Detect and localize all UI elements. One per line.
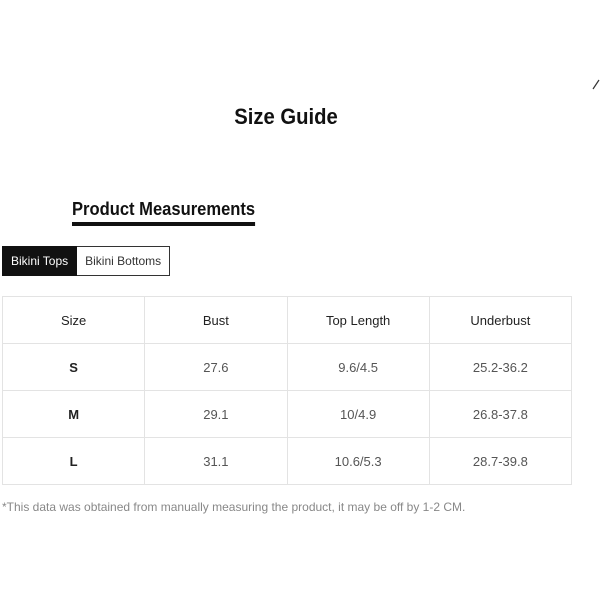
underbust-cell: 28.7-39.8 bbox=[428, 437, 573, 485]
size-cell: M bbox=[1, 390, 146, 438]
top-length-cell: 9.6/4.5 bbox=[286, 343, 430, 391]
column-header-bust: Bust bbox=[144, 296, 288, 344]
column-header-size: Size bbox=[1, 296, 146, 344]
page-title: Size Guide bbox=[234, 104, 338, 129]
column-header-top-length: Top Length bbox=[286, 296, 430, 344]
bust-cell: 27.6 bbox=[144, 343, 288, 391]
table-row: S 27.6 9.6/4.5 25.2-36.2 bbox=[1, 343, 573, 391]
size-cell: L bbox=[1, 437, 146, 485]
section-title: Product Measurements bbox=[72, 199, 256, 226]
underbust-cell: 26.8-37.8 bbox=[428, 390, 573, 438]
table-header-row: Size Bust Top Length Underbust bbox=[1, 296, 573, 344]
table-row: M 29.1 10/4.9 26.8-37.8 bbox=[1, 390, 573, 438]
bust-cell: 31.1 bbox=[144, 437, 288, 485]
size-tabs: Bikini Tops Bikini Bottoms bbox=[2, 246, 171, 276]
size-cell: S bbox=[1, 343, 146, 391]
underbust-cell: 25.2-36.2 bbox=[428, 343, 573, 391]
tab-bikini-bottoms[interactable]: Bikini Bottoms bbox=[77, 246, 171, 276]
size-table: Size Bust Top Length Underbust S 27.6 9.… bbox=[1, 296, 573, 485]
top-length-cell: 10.6/5.3 bbox=[286, 437, 430, 485]
tab-bikini-tops[interactable]: Bikini Tops bbox=[2, 246, 78, 276]
column-header-underbust: Underbust bbox=[428, 296, 573, 344]
bust-cell: 29.1 bbox=[144, 390, 288, 438]
table-row: L 31.1 10.6/5.3 28.7-39.8 bbox=[1, 437, 573, 485]
corner-arrow-icon bbox=[592, 79, 600, 90]
top-length-cell: 10/4.9 bbox=[286, 390, 430, 438]
measurement-note: *This data was obtained from manually me… bbox=[2, 500, 466, 514]
